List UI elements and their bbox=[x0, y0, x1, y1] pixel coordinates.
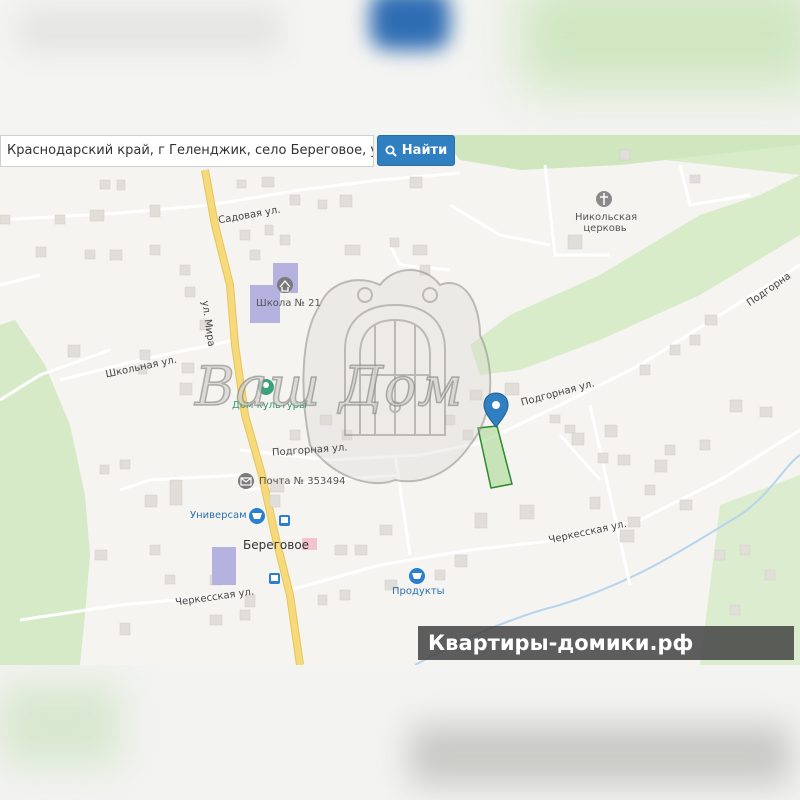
poi-label-produkty: Продукты bbox=[392, 586, 445, 597]
poi-label-universam: Универсам bbox=[190, 510, 247, 521]
poi-label-post: Почта № 353494 bbox=[259, 476, 346, 487]
village-label: Береговое bbox=[243, 538, 310, 552]
search-button-label: Найти bbox=[401, 143, 448, 158]
blurred-top-border bbox=[0, 0, 800, 135]
site-banner: Квартиры-домики.рф bbox=[418, 626, 794, 660]
search-button[interactable]: Найти bbox=[377, 135, 455, 166]
search-icon bbox=[385, 145, 397, 157]
poi-label-school: Школа № 21 bbox=[256, 298, 321, 309]
address-search-input[interactable]: Краснодарский край, г Геленджик, село Бе… bbox=[0, 135, 374, 167]
watermark: Ваш Дом bbox=[194, 354, 464, 419]
poi-label-church: Никольская церковь bbox=[575, 212, 638, 234]
screenshot: { "search": { "value": "Краснодарский кр… bbox=[0, 0, 800, 800]
blurred-bottom-border bbox=[0, 665, 800, 800]
